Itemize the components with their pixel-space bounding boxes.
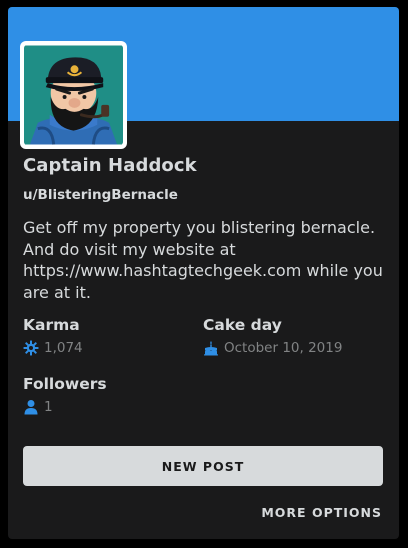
new-post-button[interactable]: NEW POST — [23, 446, 383, 486]
followers-value: 1 — [44, 399, 53, 415]
followers-value-row[interactable]: 1 — [23, 399, 53, 415]
person-icon — [24, 400, 38, 415]
followers-label: Followers — [23, 375, 107, 393]
cake-day-label: Cake day — [203, 316, 282, 334]
karma-value-row: 1,074 — [23, 340, 83, 356]
display-name: Captain Haddock — [23, 155, 197, 176]
cake-day-value: October 10, 2019 — [224, 340, 343, 356]
karma-label: Karma — [23, 316, 80, 334]
avatar — [24, 45, 123, 145]
profile-card: Captain Haddock u/BlisteringBernacle Get… — [8, 7, 399, 539]
username[interactable]: u/BlisteringBernacle — [23, 187, 178, 203]
profile-bio: Get off my property you blistering berna… — [23, 218, 383, 302]
avatar-frame[interactable] — [20, 41, 127, 149]
more-options-button[interactable]: MORE OPTIONS — [261, 505, 382, 520]
cake-day-value-row: October 10, 2019 — [203, 340, 342, 356]
karma-value: 1,074 — [44, 340, 83, 356]
karma-icon — [23, 340, 39, 356]
cake-icon — [204, 341, 218, 356]
